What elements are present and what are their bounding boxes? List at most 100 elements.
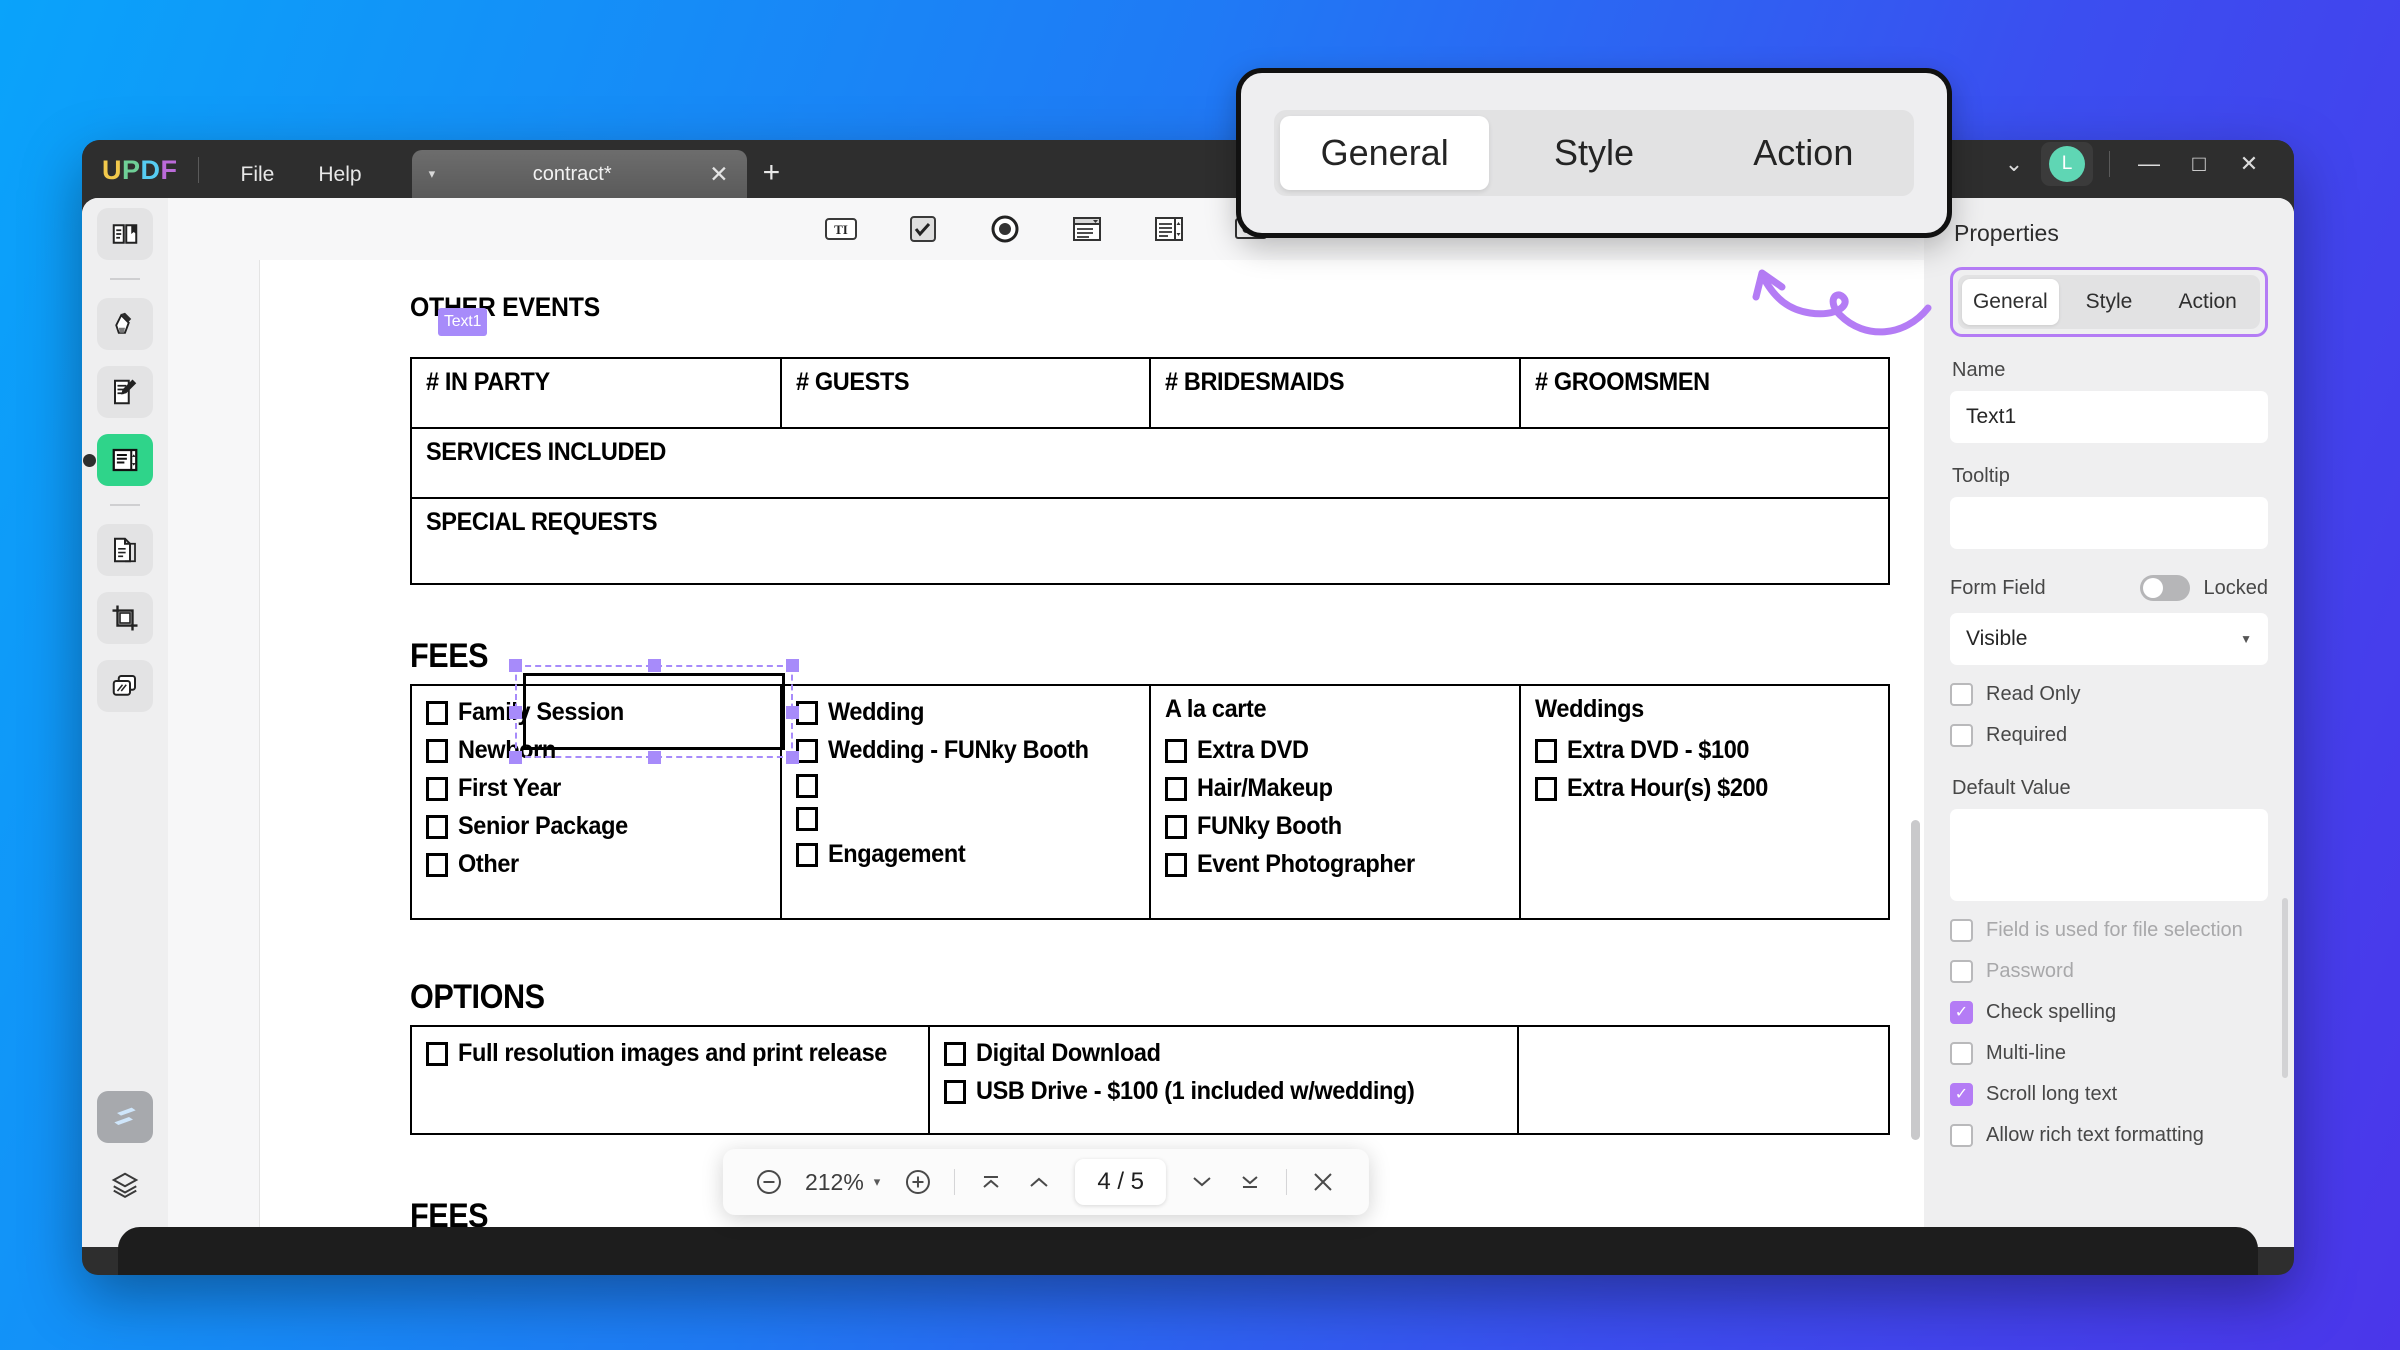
checkbox-multi-line[interactable]: Multi-line [1950, 1042, 2268, 1065]
checkbox-field-icon[interactable] [903, 212, 943, 246]
resize-handle-bottom-left[interactable] [509, 751, 522, 764]
maximize-icon[interactable]: □ [2176, 153, 2222, 175]
close-toolbar-icon[interactable] [1301, 1160, 1345, 1204]
checkbox-icon[interactable] [426, 776, 448, 801]
new-tab-plus-icon[interactable]: + [763, 158, 781, 188]
resize-handle-top-center[interactable] [648, 659, 661, 672]
locked-toggle[interactable] [2139, 575, 2190, 601]
tab-close-icon[interactable]: ✕ [709, 162, 728, 186]
sidebar-item-organize-pages[interactable] [97, 524, 153, 576]
list-item[interactable] [795, 807, 1136, 831]
text-field-icon[interactable]: TI [821, 212, 861, 246]
sidebar-item-form-fields[interactable] [83, 434, 153, 486]
name-input[interactable]: Text1 [1950, 391, 2268, 443]
checkbox-icon[interactable] [795, 842, 818, 867]
callout-tab-action[interactable]: Action [1699, 116, 1908, 190]
checkbox-scroll-long-text[interactable]: ✓ Scroll long text [1950, 1083, 2268, 1106]
document-tab-contract[interactable]: ▾ contract* ✕ [411, 150, 747, 198]
checkbox-icon[interactable] [426, 814, 448, 839]
next-page-icon[interactable] [1180, 1160, 1224, 1204]
tab-action[interactable]: Action [2159, 279, 2256, 325]
checkbox-allow-rich-text[interactable]: Allow rich text formatting [1950, 1124, 2268, 1147]
checkbox-icon[interactable] [426, 700, 448, 725]
list-box-field-icon[interactable] [1149, 212, 1189, 246]
last-page-icon[interactable] [1228, 1160, 1272, 1204]
checkbox-read-only[interactable]: Read Only [1950, 683, 2268, 706]
checkbox-icon[interactable] [1950, 1042, 1973, 1065]
checkbox-icon[interactable] [1534, 738, 1557, 763]
radio-button-field-icon[interactable] [985, 212, 1025, 246]
combo-box-field-icon[interactable] [1067, 212, 1107, 246]
sidebar-item-edit-pdf[interactable] [97, 366, 153, 418]
list-item[interactable] [795, 774, 1136, 798]
resize-handle-bottom-center[interactable] [648, 751, 661, 764]
sidebar-item-updf-ai[interactable] [97, 1091, 153, 1143]
checkbox-icon[interactable] [1165, 814, 1187, 839]
list-item[interactable]: Extra DVD - $100 [1534, 736, 1875, 765]
resize-handle-top-right[interactable] [786, 659, 799, 672]
sidebar-item-batch[interactable] [97, 660, 153, 712]
sidebar-item-crop-page[interactable] [97, 592, 153, 644]
checkbox-icon[interactable] [1950, 919, 1973, 942]
resize-handle-middle-right[interactable] [786, 705, 799, 719]
checkbox-icon[interactable] [1534, 776, 1557, 801]
checkbox-icon[interactable] [795, 774, 818, 798]
sidebar-item-layers[interactable] [97, 1159, 153, 1211]
checkbox-icon[interactable]: ✓ [1950, 1083, 1973, 1106]
checkbox-icon[interactable] [1950, 724, 1973, 747]
checkbox-icon[interactable] [1950, 960, 1973, 983]
resize-handle-middle-left[interactable] [509, 705, 522, 719]
list-item[interactable]: Wedding [795, 698, 1136, 727]
properties-scrollbar[interactable] [2282, 898, 2288, 1078]
avatar-button[interactable]: L [2041, 142, 2093, 186]
list-item[interactable]: Event Photographer [1165, 850, 1505, 879]
checkbox-icon[interactable] [1165, 852, 1187, 877]
checkbox-password[interactable]: Password [1950, 960, 2268, 983]
checkbox-icon[interactable] [1165, 738, 1187, 763]
sidebar-item-highlighter[interactable] [97, 298, 153, 350]
checkbox-icon[interactable] [426, 738, 448, 763]
checkbox-icon[interactable]: ✓ [1950, 1001, 1973, 1024]
list-item[interactable]: Full resolution images and print release [426, 1039, 914, 1068]
checkbox-check-spelling[interactable]: ✓ Check spelling [1950, 1001, 2268, 1024]
first-page-icon[interactable] [969, 1160, 1013, 1204]
list-item[interactable]: First Year [426, 774, 766, 803]
checkbox-icon[interactable] [795, 807, 818, 831]
previous-page-icon[interactable] [1017, 1160, 1061, 1204]
chevron-down-icon[interactable]: ⌄ [1991, 153, 2037, 175]
tab-style[interactable]: Style [2061, 279, 2158, 325]
checkbox-icon[interactable] [1165, 776, 1187, 801]
checkbox-file-selection[interactable]: Field is used for file selection [1950, 919, 2268, 942]
menu-help[interactable]: Help [296, 164, 383, 185]
default-value-textarea[interactable] [1950, 809, 2268, 901]
checkbox-icon[interactable] [426, 852, 448, 877]
tooltip-input[interactable] [1950, 497, 2268, 549]
list-item[interactable]: Engagement [795, 840, 1136, 869]
checkbox-required[interactable]: Required [1950, 724, 2268, 747]
zoom-chevron-down-icon[interactable]: ▾ [874, 1174, 881, 1190]
checkbox-icon[interactable] [426, 1041, 448, 1066]
list-item[interactable]: Digital Download [944, 1039, 1503, 1068]
list-item[interactable]: Extra Hour(s) $200 [1534, 774, 1875, 803]
zoom-out-icon[interactable] [747, 1160, 791, 1204]
sidebar-item-reader-mode[interactable] [97, 208, 153, 260]
list-item[interactable]: USB Drive - $100 (1 included w/wedding) [944, 1077, 1503, 1106]
visibility-select[interactable]: Visible ▼ [1950, 613, 2268, 665]
callout-tab-general[interactable]: General [1280, 116, 1490, 190]
list-item[interactable]: Extra DVD [1165, 736, 1505, 765]
checkbox-icon[interactable] [944, 1041, 967, 1066]
vertical-scrollbar[interactable] [1911, 820, 1920, 1140]
tab-general[interactable]: General [1962, 279, 2059, 325]
list-item[interactable]: FUNky Booth [1165, 812, 1505, 841]
list-item[interactable]: Other [426, 850, 766, 879]
selected-form-field[interactable] [509, 659, 799, 764]
menu-file[interactable]: File [219, 164, 297, 185]
zoom-level-value[interactable]: 212% [805, 1169, 864, 1196]
page-scroll-container[interactable]: OTHER EVENTS # IN PARTY # GUESTS # BRIDE… [168, 260, 1924, 1247]
page-indicator[interactable]: 4 / 5 [1075, 1159, 1167, 1205]
list-item[interactable]: Wedding - FUNky Booth [795, 736, 1136, 765]
checkbox-icon[interactable] [1950, 683, 1973, 706]
list-item[interactable]: Senior Package [426, 812, 766, 841]
checkbox-icon[interactable] [944, 1079, 967, 1104]
close-icon[interactable]: ✕ [2226, 153, 2272, 175]
